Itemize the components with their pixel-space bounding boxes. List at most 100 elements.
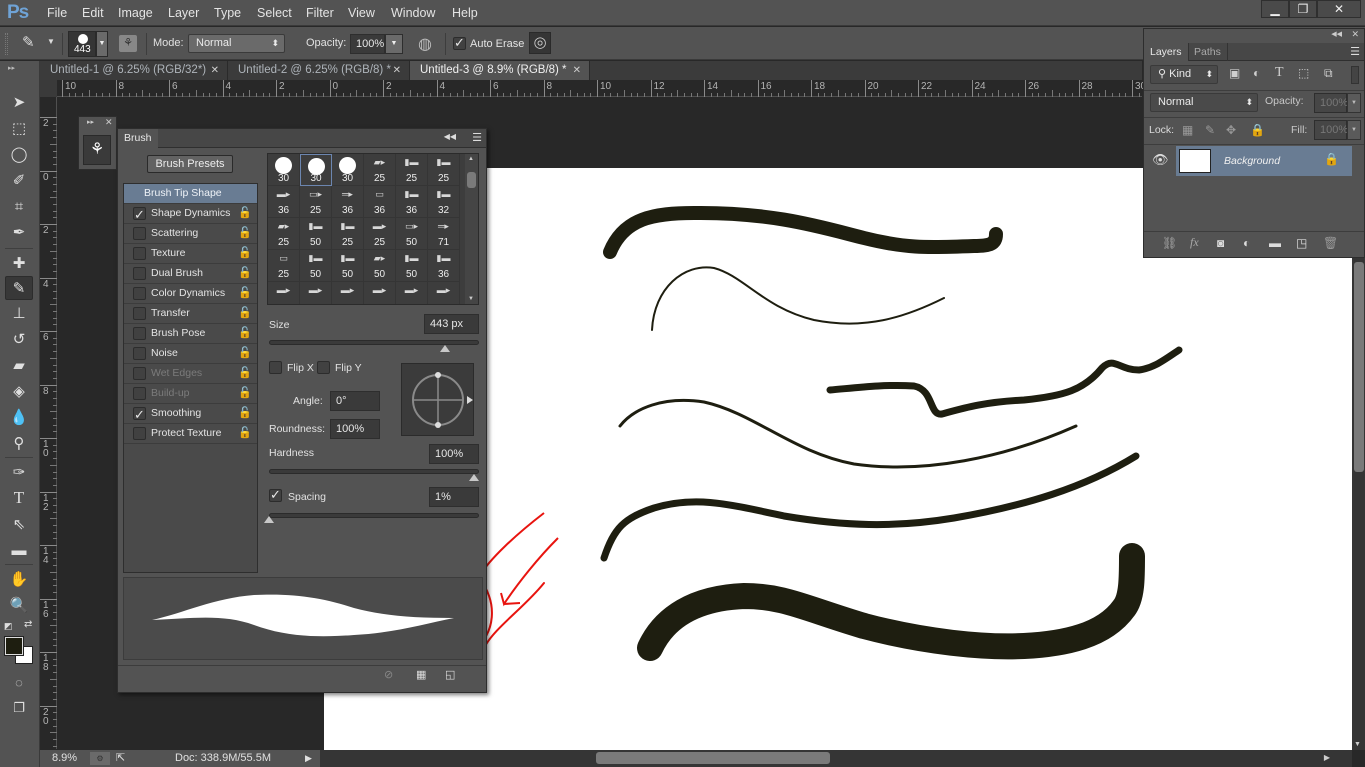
- close-tab-icon[interactable]: ✕: [573, 61, 581, 80]
- spacing-slider[interactable]: [269, 513, 479, 518]
- layer-name[interactable]: Background: [1224, 155, 1280, 167]
- brush-tip-preset[interactable]: ▭ 25: [268, 250, 300, 282]
- menu-image[interactable]: Image: [118, 6, 153, 20]
- collapse-panel-icon[interactable]: ◀◀: [444, 132, 456, 141]
- close-panel-icon[interactable]: ✕: [1351, 29, 1359, 40]
- toggle-live-tip-icon[interactable]: ⊘: [384, 668, 393, 681]
- unlock-icon[interactable]: 🔓: [238, 404, 252, 423]
- brush-tab[interactable]: Brush: [118, 129, 158, 148]
- menu-filter[interactable]: Filter: [306, 6, 334, 20]
- eyedropper-tool-icon[interactable]: ✒: [5, 220, 33, 244]
- brush-tip-preset[interactable]: ▮▬ 50: [332, 250, 364, 282]
- scroll-down-icon[interactable]: ▼: [1354, 741, 1361, 748]
- pencil-tool-preset-icon[interactable]: ✎: [22, 33, 35, 51]
- link-layers-icon[interactable]: ⛓: [1162, 236, 1177, 250]
- brush-option-protect-texture[interactable]: Protect Texture 🔓: [124, 424, 257, 444]
- brush-option-texture[interactable]: Texture 🔓: [124, 244, 257, 264]
- hand-tool-icon[interactable]: ✋: [5, 567, 33, 591]
- brush-tip-preset[interactable]: ▮▬ 50: [396, 250, 428, 282]
- default-colors-icon[interactable]: ◩: [4, 621, 13, 632]
- panel-menu-icon[interactable]: ☰: [1350, 45, 1360, 58]
- brush-tip-preset[interactable]: ═▸ 36: [332, 186, 364, 218]
- brush-tip-preset[interactable]: ▬▸ 25: [364, 218, 396, 250]
- quick-selection-tool-icon[interactable]: ✐: [5, 168, 33, 192]
- unlock-icon[interactable]: 🔓: [238, 424, 252, 443]
- history-brush-tool-icon[interactable]: ↺: [5, 327, 33, 351]
- size-slider-thumb[interactable]: [440, 345, 451, 352]
- expand-dock-icon[interactable]: ▸▸: [87, 118, 94, 126]
- healing-brush-tool-icon[interactable]: ✚: [5, 251, 33, 275]
- fill-input[interactable]: 100%: [1314, 120, 1348, 140]
- vertical-scrollbar[interactable]: ▼: [1352, 258, 1365, 750]
- layer-opacity-input[interactable]: 100%: [1314, 93, 1348, 113]
- brush-tip-preset[interactable]: 30: [268, 154, 300, 186]
- close-tab-icon[interactable]: ✕: [211, 61, 219, 80]
- delete-layer-icon[interactable]: 🗑: [1323, 236, 1338, 250]
- auto-erase-checkbox[interactable]: [453, 35, 466, 51]
- quick-mask-icon[interactable]: ◌: [5, 670, 33, 694]
- vertical-scroll-thumb[interactable]: [1354, 262, 1364, 472]
- status-menu-arrow-icon[interactable]: ▶: [305, 750, 312, 767]
- collapse-panel-icon[interactable]: ◀◀: [1331, 30, 1342, 38]
- fill-dropdown[interactable]: ▼: [1347, 120, 1361, 140]
- layer-visibility-toggle[interactable]: 👁: [1144, 146, 1176, 176]
- brush-option-transfer[interactable]: Transfer 🔓: [124, 304, 257, 324]
- restore-button[interactable]: ❐: [1289, 0, 1317, 18]
- type-tool-icon[interactable]: T: [5, 486, 33, 510]
- blur-tool-icon[interactable]: 💧: [5, 405, 33, 429]
- zoom-tool-icon[interactable]: 🔍: [5, 593, 33, 617]
- new-brush-icon[interactable]: ◱: [445, 668, 455, 681]
- tip-grid-scrollbar[interactable]: ▲ ▼: [465, 154, 478, 304]
- unlock-icon[interactable]: 🔓: [238, 204, 252, 223]
- pressure-opacity-icon[interactable]: ◍: [418, 34, 432, 54]
- filter-toggle-switch[interactable]: [1351, 66, 1359, 84]
- tab-untitled-2[interactable]: Untitled-2 @ 6.25% (RGB/8) * ✕: [228, 61, 410, 80]
- unlock-icon[interactable]: 🔓: [238, 324, 252, 343]
- menu-select[interactable]: Select: [257, 6, 292, 20]
- brush-tip-preset[interactable]: ▰▸ 50: [364, 250, 396, 282]
- ruler-origin[interactable]: [40, 80, 57, 97]
- unlock-icon[interactable]: 🔓: [238, 284, 252, 303]
- brush-presets-button[interactable]: Brush Presets: [147, 155, 233, 173]
- brush-tip-preset[interactable]: ▮▬ 25: [396, 154, 428, 186]
- share-icon[interactable]: ⇱: [116, 750, 125, 767]
- close-window-button[interactable]: ✕: [1317, 0, 1361, 18]
- brush-tip-preset[interactable]: ▮▬ 50: [300, 250, 332, 282]
- eraser-tool-icon[interactable]: ▰: [5, 353, 33, 377]
- spacing-slider-thumb[interactable]: [264, 516, 274, 523]
- menu-edit[interactable]: Edit: [82, 6, 104, 20]
- brush-tip-preset[interactable]: ▬▸: [268, 282, 300, 304]
- spacing-checkbox[interactable]: [269, 487, 282, 503]
- menu-view[interactable]: View: [348, 6, 375, 20]
- move-tool-icon[interactable]: ➤: [5, 90, 33, 114]
- type-layer-filter-icon[interactable]: T: [1275, 65, 1284, 81]
- toolbox-collapse-icon[interactable]: ▸▸: [8, 64, 15, 72]
- path-selection-tool-icon[interactable]: ⇖: [5, 512, 33, 536]
- paint-bucket-tool-icon[interactable]: ◈: [5, 379, 33, 403]
- brush-picker-dropdown[interactable]: ▼: [96, 31, 108, 57]
- brush-tip-preset[interactable]: ═▸ 71: [428, 218, 460, 250]
- lock-position-icon[interactable]: ✥: [1226, 123, 1236, 137]
- new-layer-icon[interactable]: ◳: [1296, 236, 1307, 250]
- brush-option-brush-tip-shape[interactable]: Brush Tip Shape: [124, 184, 257, 204]
- unlock-icon[interactable]: 🔓: [238, 344, 252, 363]
- screen-mode-icon[interactable]: ❐: [5, 696, 33, 720]
- brush-presets-dock-icon[interactable]: ⚘: [83, 135, 111, 165]
- unlock-icon[interactable]: 🔓: [238, 304, 252, 323]
- brush-option-noise[interactable]: Noise 🔓: [124, 344, 257, 364]
- brush-tip-preset[interactable]: ▬▸: [332, 282, 364, 304]
- brush-option-checkbox[interactable]: [133, 267, 146, 280]
- brush-tip-preset[interactable]: 30: [332, 154, 364, 186]
- layer-opacity-dropdown[interactable]: ▼: [1347, 93, 1361, 113]
- brush-tip-preset[interactable]: ▮▬ 36: [396, 186, 428, 218]
- roundness-input[interactable]: 100%: [330, 419, 380, 439]
- layer-style-fx-icon[interactable]: fx: [1190, 235, 1199, 250]
- scroll-down-icon[interactable]: ▼: [468, 296, 474, 302]
- dodge-tool-icon[interactable]: ⚲: [5, 431, 33, 455]
- brush-option-checkbox[interactable]: [133, 227, 146, 240]
- unlock-icon[interactable]: 🔓: [238, 244, 252, 263]
- brush-option-dual-brush[interactable]: Dual Brush 🔓: [124, 264, 257, 284]
- flip-y-checkbox[interactable]: [317, 361, 330, 374]
- options-grip[interactable]: [5, 33, 8, 55]
- horizontal-scrollbar[interactable]: ▶: [320, 750, 1352, 767]
